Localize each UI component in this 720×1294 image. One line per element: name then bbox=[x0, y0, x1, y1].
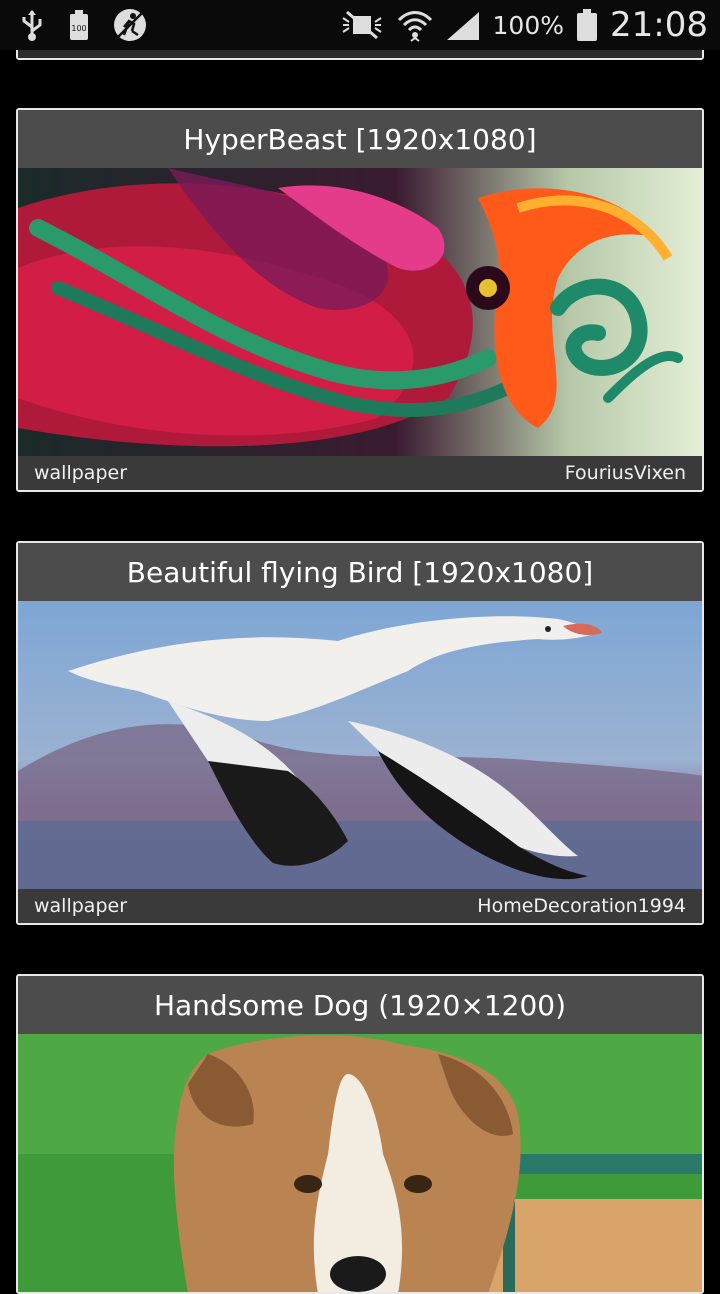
battery-percent: 100% bbox=[492, 10, 565, 40]
no-run-icon bbox=[112, 7, 148, 43]
clock: 21:08 bbox=[610, 5, 708, 45]
wallpaper-card[interactable]: Beautiful flying Bird [1920x1080] wallpa… bbox=[16, 541, 704, 925]
card-author[interactable]: HomeDecoration1994 bbox=[477, 895, 686, 917]
silent-mode-icon bbox=[339, 10, 385, 40]
card-category: wallpaper bbox=[34, 462, 128, 484]
card-footer: wallpaper FouriusVixen bbox=[18, 456, 702, 490]
card-title: Beautiful flying Bird [1920x1080] bbox=[18, 543, 702, 601]
battery-full-icon: 100 bbox=[68, 9, 90, 41]
card-author[interactable]: FouriusVixen bbox=[565, 462, 686, 484]
card-footer: wallpaper HomeDecoration1994 bbox=[18, 889, 702, 923]
wifi-icon bbox=[397, 8, 433, 42]
card-category: wallpaper bbox=[34, 895, 128, 917]
wallpaper-image[interactable] bbox=[18, 601, 702, 889]
wallpaper-image[interactable] bbox=[18, 168, 702, 456]
wallpaper-card[interactable]: HyperBeast [1920x1080] wallpaper Fourius… bbox=[16, 108, 704, 492]
card-title: Handsome Dog (1920×1200) bbox=[18, 976, 702, 1034]
wallpaper-image[interactable] bbox=[18, 1034, 702, 1292]
signal-icon bbox=[445, 10, 481, 40]
card-title: HyperBeast [1920x1080] bbox=[18, 110, 702, 168]
usb-icon bbox=[18, 9, 46, 41]
wallpaper-feed[interactable]: HyperBeast [1920x1080] wallpaper Fourius… bbox=[0, 0, 720, 1294]
status-bar: 100 100% 21:08 bbox=[0, 0, 720, 50]
svg-text:100: 100 bbox=[71, 24, 86, 33]
battery-icon bbox=[576, 8, 598, 42]
wallpaper-card[interactable]: Handsome Dog (1920×1200) bbox=[16, 974, 704, 1294]
